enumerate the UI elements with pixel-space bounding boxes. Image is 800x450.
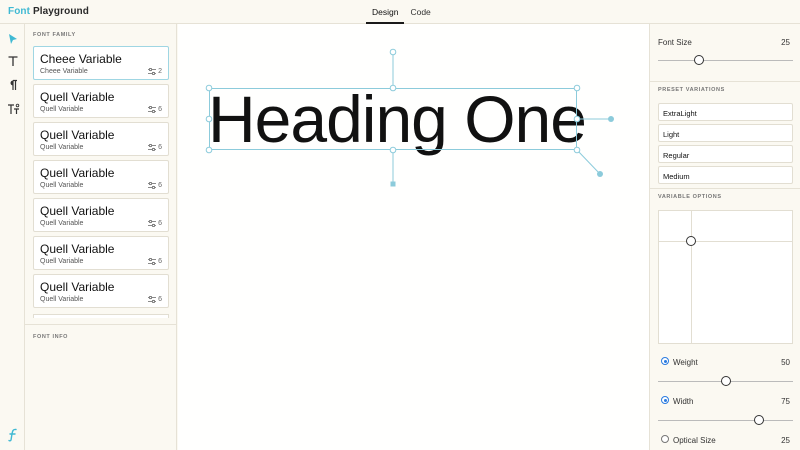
top-bar: Font Playground Design Code bbox=[0, 0, 800, 24]
text-style-icon[interactable] bbox=[5, 101, 21, 117]
view-tabs: Design Code bbox=[366, 0, 437, 24]
variation-count: 6 bbox=[148, 258, 162, 265]
font-card-subtitle: Quell Variable bbox=[40, 182, 84, 189]
rotate-handle bbox=[389, 48, 397, 56]
sliders-icon bbox=[148, 220, 157, 227]
select-arrow-icon[interactable] bbox=[5, 31, 21, 47]
vertical-axis-handle bbox=[390, 181, 396, 187]
weight-value: 50 bbox=[781, 358, 790, 367]
width-value: 75 bbox=[781, 397, 790, 406]
font-size-value: 25 bbox=[781, 38, 790, 47]
font-card[interactable]: Quell Variable Quell Variable 6 bbox=[33, 274, 169, 308]
horizontal-axis-handle bbox=[608, 116, 614, 122]
tab-code[interactable]: Code bbox=[404, 0, 436, 24]
variation-count: 6 bbox=[148, 144, 162, 151]
variation-count-value: 6 bbox=[158, 144, 162, 151]
font-card[interactable]: Quell Variable Quell Variable 6 bbox=[33, 84, 169, 118]
font-size-label: Font Size bbox=[658, 38, 692, 47]
variation-count-value: 6 bbox=[158, 106, 162, 113]
app-logo: Font Playground bbox=[8, 6, 89, 17]
sliders-icon bbox=[148, 258, 157, 265]
font-card[interactable]: Quell Variable Quell Variable 6 bbox=[33, 236, 169, 270]
font-size-slider-knob[interactable] bbox=[693, 55, 704, 65]
preset-regular[interactable]: Regular bbox=[658, 145, 793, 163]
font-card[interactable]: Quell Variable Quell Variable 6 bbox=[33, 198, 169, 232]
preset-variations-title: PRESET VARIATIONS bbox=[658, 87, 725, 93]
variation-count: 6 bbox=[148, 106, 162, 113]
sliders-icon bbox=[148, 182, 157, 189]
variation-count-value: 6 bbox=[158, 220, 162, 227]
font-card[interactable]: Quell Variable Quell Variable 6 bbox=[33, 122, 169, 156]
variation-count-value: 6 bbox=[158, 182, 162, 189]
divider bbox=[650, 81, 800, 82]
variable-options-title: VARIABLE OPTIONS bbox=[658, 194, 722, 200]
properties-panel: Font Size 25 PRESET VARIATIONS ExtraLigh… bbox=[649, 24, 800, 450]
diagonal-axis-handle bbox=[597, 171, 603, 177]
sliders-icon bbox=[148, 106, 157, 113]
font-card[interactable]: Quell Variable Quell Variable 6 bbox=[33, 160, 169, 194]
sliders-icon bbox=[148, 144, 157, 151]
font-card-subtitle: Quell Variable bbox=[40, 144, 84, 151]
font-family-title: FONT FAMILY bbox=[33, 32, 76, 38]
sliders-icon bbox=[148, 68, 157, 75]
variation-count-value: 6 bbox=[158, 258, 162, 265]
width-slider-knob[interactable] bbox=[754, 415, 765, 425]
optical-size-value: 25 bbox=[781, 436, 790, 445]
optical-size-radio[interactable] bbox=[661, 435, 669, 443]
width-slider[interactable] bbox=[658, 420, 793, 421]
optical-size-label: Optical Size bbox=[673, 436, 716, 445]
font-card-name: Quell Variable bbox=[40, 280, 115, 294]
sliders-icon bbox=[148, 296, 157, 303]
font-card-subtitle: Quell Variable bbox=[40, 258, 84, 265]
font-family-sidebar: FONT FAMILY Cheee Variable Cheee Variabl… bbox=[25, 24, 177, 450]
font-card-name: Quell Variable bbox=[40, 166, 115, 180]
xy-pad-knob[interactable] bbox=[686, 236, 696, 246]
pad-vertical-guide bbox=[691, 211, 692, 343]
axis-xy-pad[interactable] bbox=[658, 210, 793, 344]
text-icon[interactable] bbox=[5, 53, 21, 69]
weight-label: Weight bbox=[673, 358, 698, 367]
width-label: Width bbox=[673, 397, 694, 406]
variation-count: 6 bbox=[148, 182, 162, 189]
font-card-partial[interactable] bbox=[33, 314, 169, 318]
tab-design[interactable]: Design bbox=[366, 0, 405, 24]
divider bbox=[650, 188, 800, 189]
preset-light[interactable]: Light bbox=[658, 124, 793, 142]
design-canvas[interactable]: Heading One bbox=[178, 24, 649, 450]
pad-horizontal-guide bbox=[659, 241, 792, 242]
font-card-name: Quell Variable bbox=[40, 90, 115, 104]
width-radio[interactable] bbox=[661, 396, 669, 404]
font-info-title: FONT INFO bbox=[33, 334, 69, 340]
font-card-subtitle: Cheee Variable bbox=[40, 68, 88, 75]
variation-count: 2 bbox=[148, 68, 162, 75]
paragraph-icon[interactable] bbox=[5, 77, 21, 93]
selection-box[interactable] bbox=[209, 88, 577, 150]
font-card-name: Quell Variable bbox=[40, 204, 115, 218]
tool-rail bbox=[0, 24, 25, 450]
variation-count-value: 6 bbox=[158, 296, 162, 303]
font-card[interactable]: Cheee Variable Cheee Variable 2 bbox=[33, 46, 169, 80]
font-card-name: Quell Variable bbox=[40, 128, 115, 142]
brand-font: Font bbox=[8, 6, 31, 17]
weight-radio[interactable] bbox=[661, 357, 669, 365]
font-card-name: Cheee Variable bbox=[40, 52, 122, 66]
font-logo-icon[interactable] bbox=[5, 427, 21, 443]
variation-count: 6 bbox=[148, 220, 162, 227]
preset-medium[interactable]: Medium bbox=[658, 166, 793, 184]
variation-count: 6 bbox=[148, 296, 162, 303]
font-card-name: Quell Variable bbox=[40, 242, 115, 256]
weight-slider-knob[interactable] bbox=[720, 376, 731, 386]
preset-extralight[interactable]: ExtraLight bbox=[658, 103, 793, 121]
brand-playground: Playground bbox=[32, 6, 89, 17]
divider bbox=[25, 324, 177, 325]
variation-count-value: 2 bbox=[158, 68, 162, 75]
font-size-slider[interactable] bbox=[658, 60, 793, 61]
font-card-subtitle: Quell Variable bbox=[40, 106, 84, 113]
font-card-subtitle: Quell Variable bbox=[40, 220, 84, 227]
font-card-subtitle: Quell Variable bbox=[40, 296, 84, 303]
